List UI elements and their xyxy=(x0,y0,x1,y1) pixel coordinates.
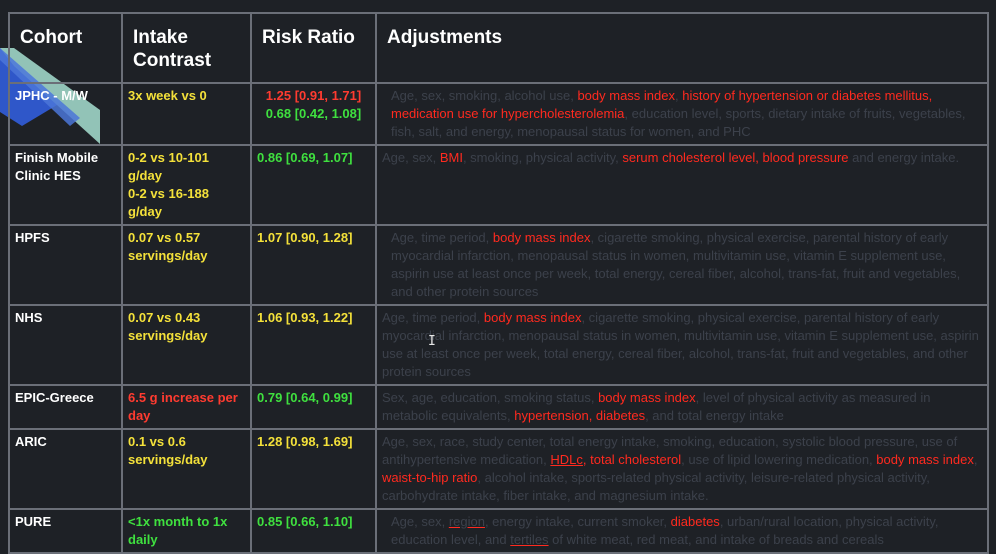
risk-ratio: 0.86 [0.69, 1.07] xyxy=(250,144,377,226)
table-row: HPFS 0.07 vs 0.57 servings/day 1.07 [0.90… xyxy=(8,224,989,306)
cohort-name: Finish Mobile Clinic HES xyxy=(8,144,123,226)
intake-contrast: 6.5 g increase per day xyxy=(121,384,252,430)
table-row: JPHC - M/W 3x week vs 0 1.25 [0.91, 1.71… xyxy=(8,82,989,146)
table-row: Finish Mobile Clinic HES 0-2 vs 10-101 g/d… xyxy=(8,144,989,226)
adjustments-text: Age, sex, race, study center, total ener… xyxy=(375,428,989,510)
slide: Cohort Intake Contrast Risk Ratio Adjustm… xyxy=(0,0,996,554)
header-intake-contrast: Intake Contrast xyxy=(121,12,252,84)
adjustments-text: Age, sex, region, energy intake, current… xyxy=(375,508,989,554)
header-cohort: Cohort xyxy=(8,12,123,84)
intake-contrast: 0.07 vs 0.57 servings/day xyxy=(121,224,252,306)
adjustments-text: Sex, age, education, smoking status, bod… xyxy=(375,384,989,430)
adjustments-text: Age, time period, body mass index, cigar… xyxy=(375,224,989,306)
risk-ratio: 1.06 [0.93, 1.22] xyxy=(250,304,377,386)
cohort-name: HPFS xyxy=(8,224,123,306)
intake-contrast: 3x week vs 0 xyxy=(121,82,252,146)
adjustments-text: Age, sex, BMI, smoking, physical activit… xyxy=(375,144,989,226)
table-row: ARIC 0.1 vs 0.6 servings/day 1.28 [0.98, … xyxy=(8,428,989,510)
risk-ratio: 1.07 [0.90, 1.28] xyxy=(250,224,377,306)
header-risk-ratio: Risk Ratio xyxy=(250,12,377,84)
cohort-name: JPHC - M/W xyxy=(8,82,123,146)
cohort-name: EPIC-Greece xyxy=(8,384,123,430)
risk-ratio-women: 0.68 [0.42, 1.08] xyxy=(265,106,362,121)
cohort-name: ARIC xyxy=(8,428,123,510)
header-row: Cohort Intake Contrast Risk Ratio Adjustm… xyxy=(8,12,989,84)
adjustments-text: Age, sex, smoking, alcohol use, body mas… xyxy=(375,82,989,146)
table-row: NHS 0.07 vs 0.43 servings/day 1.06 [0.93,… xyxy=(8,304,989,386)
table-row: EPIC-Greece 6.5 g increase per day 0.79 [… xyxy=(8,384,989,430)
header-adjustments: Adjustments xyxy=(375,12,989,84)
intake-contrast: 0.1 vs 0.6 servings/day xyxy=(121,428,252,510)
risk-ratio-men: 1.25 [0.91, 1.71] xyxy=(265,88,362,103)
table-row: PURE <1x month to 1x daily 0.85 [0.66, 1.… xyxy=(8,508,989,554)
risk-ratio: 1.28 [0.98, 1.69] xyxy=(250,428,377,510)
intake-contrast: 0.07 vs 0.43 servings/day xyxy=(121,304,252,386)
intake-contrast: <1x month to 1x daily xyxy=(121,508,252,554)
cohort-name: PURE xyxy=(8,508,123,554)
adjustments-text: Age, time period, body mass index, cigar… xyxy=(375,304,989,386)
risk-ratio: 0.79 [0.64, 0.99] xyxy=(250,384,377,430)
text-cursor-icon: I xyxy=(428,334,436,349)
risk-ratio: 1.25 [0.91, 1.71] 0.68 [0.42, 1.08] xyxy=(250,82,377,146)
cohort-table: Cohort Intake Contrast Risk Ratio Adjustm… xyxy=(8,12,989,554)
intake-contrast: 0-2 vs 10-101 g/day 0-2 vs 16-188 g/day xyxy=(121,144,252,226)
cohort-name: NHS xyxy=(8,304,123,386)
risk-ratio: 0.85 [0.66, 1.10] xyxy=(250,508,377,554)
